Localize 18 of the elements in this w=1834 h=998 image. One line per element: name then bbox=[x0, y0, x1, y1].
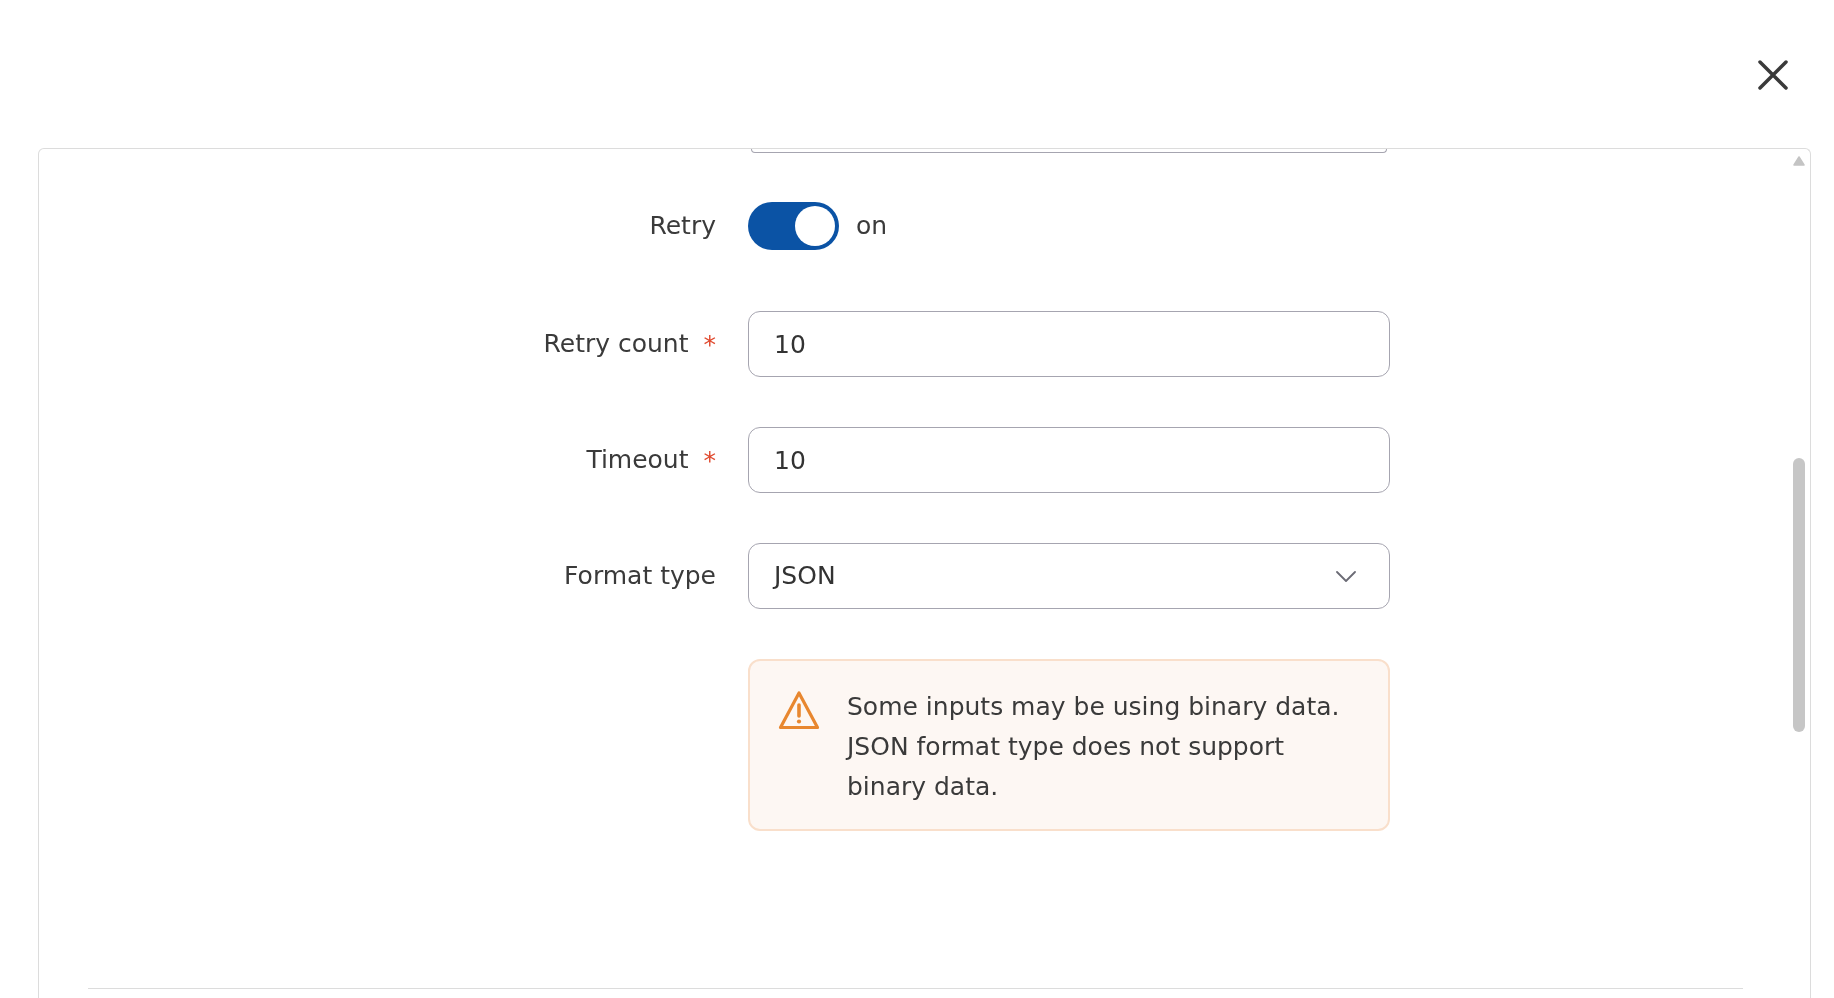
required-asterisk: * bbox=[703, 447, 716, 473]
text-input[interactable]: 10 bbox=[748, 427, 1390, 493]
scrollbar-thumb[interactable] bbox=[1792, 458, 1805, 732]
warning-icon bbox=[778, 690, 820, 731]
close-icon bbox=[1758, 60, 1788, 90]
toggle-switch[interactable] bbox=[748, 202, 839, 250]
warning-message: Some inputs may be using binary data. JSON format type does not support binary data. bbox=[847, 691, 1341, 803]
toggle-state-text: on bbox=[856, 210, 888, 243]
field-label: Format type bbox=[564, 560, 716, 593]
close-button[interactable] bbox=[1758, 60, 1788, 90]
select-field[interactable]: JSON bbox=[748, 543, 1390, 609]
field-label: Timeout bbox=[586, 444, 689, 477]
field-label: Retry count bbox=[543, 328, 689, 361]
text-input[interactable]: 10 bbox=[748, 311, 1390, 377]
triangle-up-icon[interactable] bbox=[1792, 156, 1805, 166]
field-label: Retry bbox=[649, 210, 716, 243]
required-asterisk: * bbox=[703, 331, 716, 357]
chevron-down-icon bbox=[1336, 570, 1356, 582]
